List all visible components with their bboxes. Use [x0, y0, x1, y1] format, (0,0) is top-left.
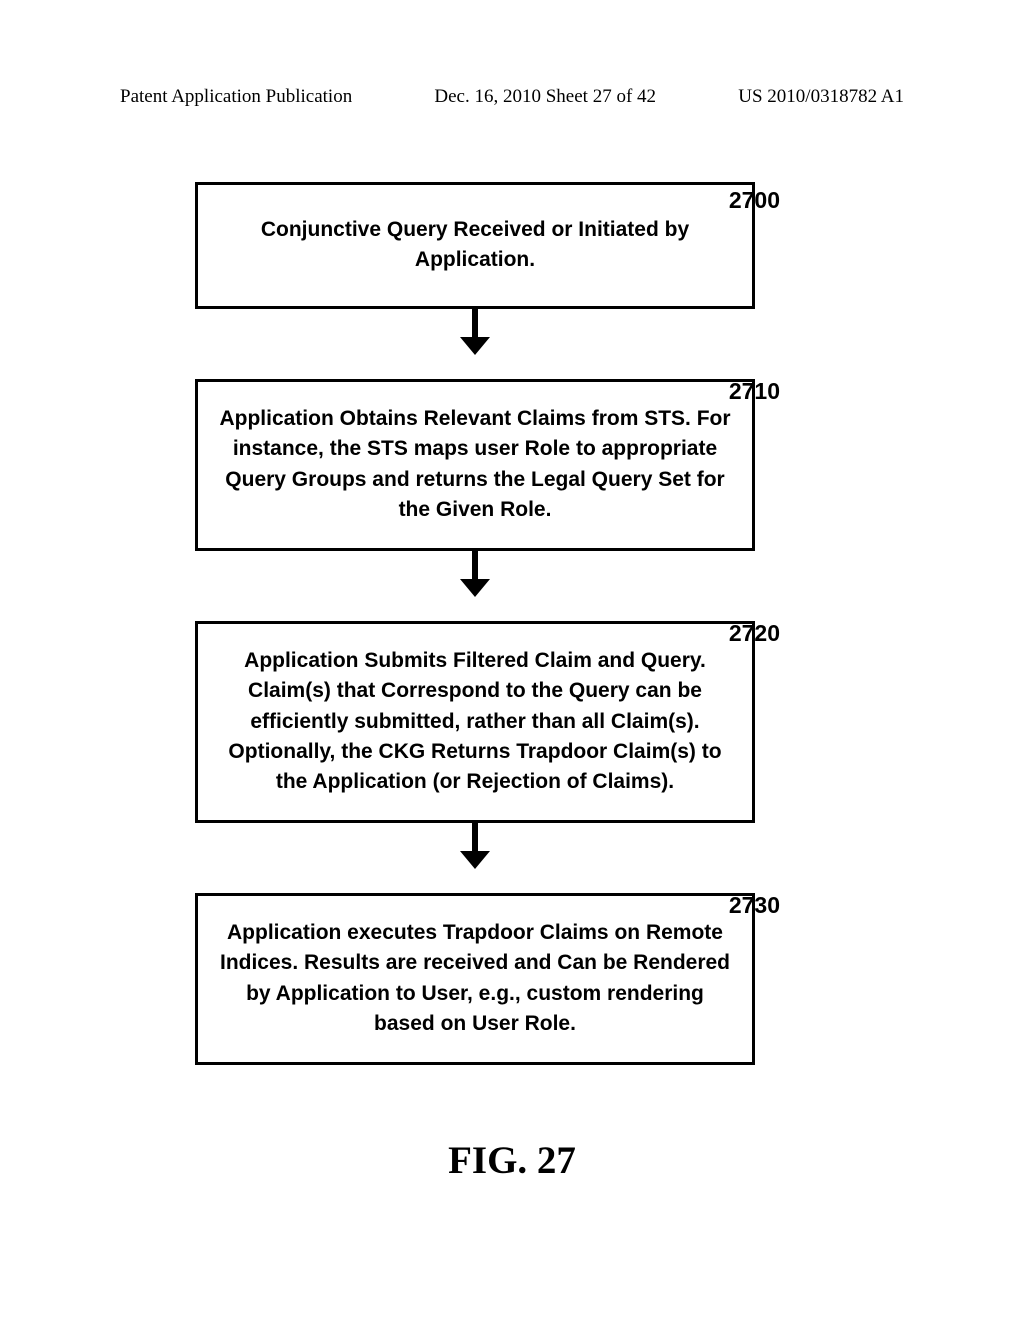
arrow-down-icon	[460, 309, 490, 355]
step-number: 2720	[729, 620, 780, 647]
header-left: Patent Application Publication	[120, 86, 352, 108]
arrow-down-icon	[460, 551, 490, 597]
arrow-down-icon	[460, 823, 490, 869]
step-box: Application executes Trapdoor Claims on …	[195, 893, 755, 1065]
step-box: Application Submits Filtered Claim and Q…	[195, 621, 755, 823]
page-header: Patent Application Publication Dec. 16, …	[120, 86, 904, 108]
step-2710-group: 2710 Application Obtains Relevant Claims…	[170, 379, 780, 551]
step-number: 2710	[729, 378, 780, 405]
step-box: Application Obtains Relevant Claims from…	[195, 379, 755, 551]
step-2730-group: 2730 Application executes Trapdoor Claim…	[170, 893, 780, 1065]
flowchart: 2700 Conjunctive Query Received or Initi…	[170, 150, 780, 1065]
step-box: Conjunctive Query Received or Initiated …	[195, 182, 755, 309]
figure-caption: FIG. 27	[0, 1138, 1024, 1183]
header-right: US 2010/0318782 A1	[738, 86, 904, 108]
step-number: 2700	[729, 187, 780, 214]
header-center: Dec. 16, 2010 Sheet 27 of 42	[434, 86, 656, 108]
step-number: 2730	[729, 892, 780, 919]
step-2700-group: 2700 Conjunctive Query Received or Initi…	[170, 182, 780, 309]
step-2720-group: 2720 Application Submits Filtered Claim …	[170, 621, 780, 823]
